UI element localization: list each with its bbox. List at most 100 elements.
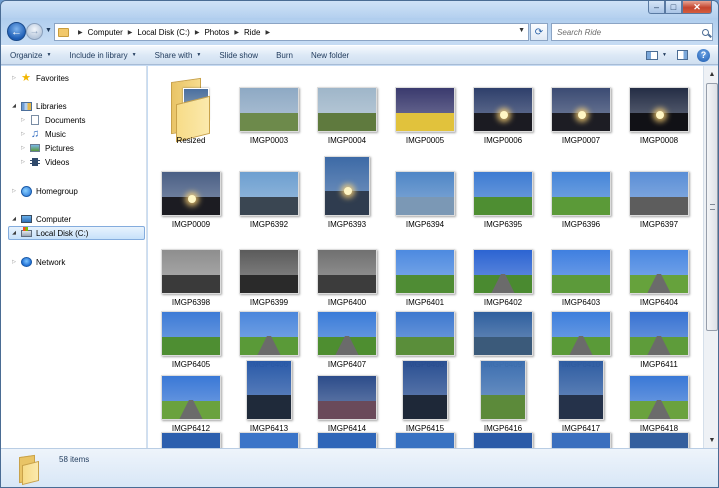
navigation-pane: ▷ ★ Favorites ◢ Libraries ▷ Documents ▷ … [1,66,147,448]
breadcrumb-photos[interactable]: Photos [204,28,229,37]
chevron-right-icon[interactable]: ▶ [195,29,200,36]
nav-local-disk[interactable]: ◢ Local Disk (C:) [8,226,145,240]
search-input[interactable]: Search Ride [552,28,698,37]
homegroup-icon [20,185,32,197]
photo-item[interactable]: IMGP6394 [390,150,460,230]
nav-local-disk-label: Local Disk (C:) [36,228,89,238]
scroll-thumb[interactable] [706,83,718,331]
forward-arrow-icon: → [29,26,40,37]
photo-item[interactable]: IMGP6415 [390,354,460,434]
breadcrumb-local-disk[interactable]: Local Disk (C:) [137,28,189,37]
address-dropdown-icon[interactable]: ▼ [518,27,525,34]
chevron-right-icon[interactable]: ▶ [234,29,239,36]
nav-libraries[interactable]: ◢ Libraries [1,99,141,113]
file-list[interactable]: Resized IMGP0003 IMGP0004 IMGP0005 IMGP0006 I… [148,66,703,448]
photo-item[interactable] [624,432,694,448]
photo-item[interactable] [390,432,460,448]
chevron-right-icon[interactable]: ▶ [265,29,270,36]
expand-arrow-icon[interactable]: ▷ [10,188,18,194]
photo-item[interactable] [468,432,538,448]
title-bar[interactable] [1,1,718,18]
scroll-up-icon[interactable]: ▲ [704,66,718,82]
photo-item[interactable]: IMGP6416 [468,354,538,434]
photo-item[interactable]: IMGP6418 [624,354,694,434]
organize-label: Organize [10,50,43,60]
preview-pane-icon[interactable] [677,50,688,60]
photo-thumbnail [629,311,689,356]
photo-thumbnail [402,360,448,420]
expand-arrow-icon[interactable]: ▷ [19,159,27,165]
maximize-button[interactable]: □ [665,1,682,14]
photo-item[interactable]: IMGP0006 [468,66,538,146]
burn-button[interactable]: Burn [267,46,302,64]
nav-network[interactable]: ▷ Network [1,255,141,269]
nav-music[interactable]: ▷ ♫ Music [10,127,141,141]
photo-item[interactable] [546,432,616,448]
scroll-down-icon[interactable]: ▼ [704,432,718,448]
address-bar[interactable]: ▶ Computer ▶ Local Disk (C:) ▶ Photos ▶ … [54,23,529,41]
photo-thumbnail [317,432,377,448]
libraries-icon [20,101,32,112]
photo-item[interactable]: IMGP0009 [156,150,226,230]
photo-item[interactable]: IMGP6412 [156,354,226,434]
photo-item[interactable]: IMGP6396 [546,150,616,230]
refresh-button[interactable]: ⟳ [530,23,548,41]
collapse-arrow-icon[interactable]: ◢ [10,103,18,109]
photo-item[interactable]: IMGP6393 [312,150,382,230]
photo-item[interactable]: IMGP0005 [390,66,460,146]
navigation-bar: ← → ▼ ▶ Computer ▶ Local Disk (C:) ▶ Pho… [1,21,718,43]
search-box[interactable]: Search Ride [551,23,713,41]
photo-item[interactable] [312,432,382,448]
views-dropdown-icon[interactable]: ▼ [662,52,667,58]
nav-documents[interactable]: ▷ Documents [10,113,141,127]
folder-item[interactable]: Resized [156,66,226,146]
collapse-arrow-icon[interactable]: ◢ [10,230,18,236]
photo-item[interactable]: IMGP6413 [234,354,304,434]
forward-button[interactable]: → [26,23,43,40]
expand-arrow-icon[interactable]: ▷ [19,131,27,137]
photo-item[interactable]: IMGP0008 [624,66,694,146]
nav-videos[interactable]: ▷ Videos [10,155,141,169]
caret-down-icon: ▼ [196,52,202,58]
nav-favorites[interactable]: ▷ ★ Favorites [1,71,141,85]
photo-item[interactable]: IMGP0007 [546,66,616,146]
breadcrumb-ride[interactable]: Ride [244,28,260,37]
photo-item[interactable]: IMGP6414 [312,354,382,434]
expand-arrow-icon[interactable]: ▷ [19,117,27,123]
help-icon[interactable]: ? [697,48,710,62]
recent-pages-dropdown[interactable]: ▼ [45,27,52,34]
expand-arrow-icon[interactable]: ▷ [10,259,18,265]
file-name-label: IMGP0003 [249,136,289,145]
new-folder-button[interactable]: New folder [302,46,358,64]
search-icon[interactable] [698,28,712,36]
close-button[interactable]: ✕ [682,1,712,14]
back-arrow-icon: ← [11,25,22,38]
caret-down-icon: ▼ [46,52,52,58]
nav-computer[interactable]: ◢ Computer [1,212,141,226]
include-in-library-button[interactable]: Include in library ▼ [60,46,145,64]
organize-button[interactable]: Organize ▼ [1,46,60,64]
breadcrumb-computer[interactable]: Computer [88,28,123,37]
expand-arrow-icon[interactable]: ▷ [19,145,27,151]
nav-homegroup[interactable]: ▷ Homegroup [1,184,141,198]
photo-item[interactable]: IMGP0004 [312,66,382,146]
collapse-arrow-icon[interactable]: ◢ [10,216,18,222]
minimize-button[interactable]: – [648,1,665,14]
vertical-scrollbar[interactable]: ▲ ▼ [703,66,718,448]
photo-thumbnail [629,171,689,216]
photo-item[interactable] [156,432,226,448]
photo-item[interactable]: IMGP6417 [546,354,616,434]
nav-pictures[interactable]: ▷ Pictures [10,141,141,155]
expand-arrow-icon[interactable]: ▷ [10,75,18,81]
photo-item[interactable]: IMGP6395 [468,150,538,230]
share-with-button[interactable]: Share with ▼ [146,46,211,64]
photo-item[interactable]: IMGP0003 [234,66,304,146]
photo-item[interactable]: IMGP6397 [624,150,694,230]
photo-item[interactable] [234,432,304,448]
chevron-right-icon[interactable]: ▶ [128,29,133,36]
back-button[interactable]: ← [7,22,26,41]
photo-item[interactable]: IMGP6392 [234,150,304,230]
photo-thumbnail [161,432,221,448]
slide-show-button[interactable]: Slide show [210,46,267,64]
change-view-icon[interactable] [646,50,659,60]
